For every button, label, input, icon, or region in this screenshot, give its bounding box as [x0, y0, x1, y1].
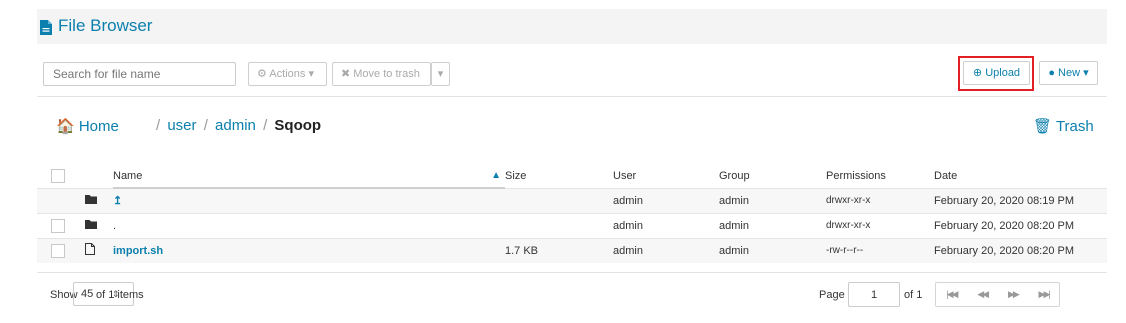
column-header-name[interactable]: Name ▲: [113, 164, 505, 189]
upload-button[interactable]: ⊕ Upload: [963, 61, 1030, 85]
page-title: File Browser: [58, 16, 153, 35]
search-input[interactable]: [43, 62, 236, 86]
file-table: Name ▲ Size User Group Permissions Date ↥…: [37, 164, 1107, 263]
breadcrumb-home-link[interactable]: 🏠 Home: [56, 117, 119, 135]
row-size: [505, 212, 613, 238]
current-directory-link[interactable]: .: [113, 220, 116, 232]
row-select-cell: [37, 212, 85, 238]
previous-page-icon[interactable]: ◀◀: [967, 283, 998, 306]
icon-column-header: [85, 164, 113, 188]
breadcrumb-item-current[interactable]: Sqoop: [274, 117, 321, 134]
first-page-icon[interactable]: |◀◀: [936, 283, 967, 306]
column-header-size[interactable]: Size: [505, 164, 613, 188]
row-group: admin: [719, 212, 826, 238]
row-user: admin: [613, 237, 719, 263]
column-header-name-label: Name: [113, 169, 143, 182]
row-size: 1.7 KB: [505, 237, 613, 263]
file-icon: [40, 20, 52, 35]
next-page-icon[interactable]: ▶▶: [998, 283, 1029, 306]
select-all-checkbox[interactable]: [51, 168, 65, 183]
row-select-cell: [37, 237, 85, 263]
row-size: [505, 187, 613, 213]
row-name[interactable]: ↥: [113, 187, 505, 213]
row-name[interactable]: import.sh: [113, 237, 505, 263]
folder-icon: [85, 220, 97, 229]
table-row[interactable]: . admin admin drwxr-xr-x February 20, 20…: [37, 212, 1107, 238]
parent-directory-link[interactable]: ↥: [113, 195, 122, 207]
file-outline-icon: [85, 243, 95, 256]
table-row[interactable]: ↥ admin admin drwxr-xr-x February 20, 20…: [37, 187, 1107, 213]
row-date: February 20, 2020 08:19 PM: [934, 187, 1107, 213]
page-size-value: 45: [81, 288, 94, 300]
page-label: Page: [819, 289, 845, 301]
column-header-permissions[interactable]: Permissions: [826, 164, 934, 188]
breadcrumb-item-admin[interactable]: admin: [215, 117, 256, 134]
row-name[interactable]: .: [113, 212, 505, 238]
column-header-date[interactable]: Date: [934, 164, 1107, 188]
trash-link[interactable]: 🗑 Trash: [1033, 117, 1094, 135]
folder-icon: [85, 195, 97, 204]
row-group: admin: [719, 187, 826, 213]
breadcrumb-separator: /: [156, 117, 161, 134]
items-count: of 1 items: [96, 289, 144, 301]
last-page-icon[interactable]: ▶▶|: [1028, 283, 1059, 306]
row-date: February 20, 2020 08:20 PM: [934, 237, 1107, 263]
row-checkbox[interactable]: [51, 243, 65, 258]
new-button[interactable]: ● New ▾: [1039, 61, 1098, 85]
breadcrumb-separator: /: [203, 117, 208, 134]
move-to-trash-dropdown-button[interactable]: ▾: [431, 62, 450, 86]
row-permissions: drwxr-xr-x: [826, 187, 934, 213]
row-icon-cell: [85, 212, 113, 238]
row-icon-cell: [85, 237, 113, 263]
row-date: February 20, 2020 08:20 PM: [934, 212, 1107, 238]
row-user: admin: [613, 187, 719, 213]
select-all-cell: [37, 164, 85, 188]
row-icon-cell: [85, 187, 113, 213]
breadcrumb-path: / user / admin / Sqoop: [153, 117, 321, 134]
table-row[interactable]: import.sh 1.7 KB admin admin -rw-r--r-- …: [37, 237, 1107, 263]
actions-button[interactable]: ⚙ Actions ▾: [248, 62, 327, 86]
sort-ascending-icon: ▲: [491, 169, 501, 181]
column-header-user[interactable]: User: [613, 164, 719, 188]
page-header: File Browser: [37, 9, 1107, 44]
row-group: admin: [719, 237, 826, 263]
move-to-trash-button[interactable]: ✖ Move to trash: [332, 62, 431, 86]
row-checkbox[interactable]: [51, 218, 65, 233]
column-header-group[interactable]: Group: [719, 164, 826, 188]
row-select-cell: [37, 187, 85, 213]
breadcrumb-separator: /: [263, 117, 268, 134]
pagination-controls: |◀◀ ◀◀ ▶▶ ▶▶|: [935, 282, 1060, 307]
page-number-input[interactable]: [848, 282, 900, 307]
toolbar: ⚙ Actions ▾ ✖ Move to trash ▾ ⊕ Upload ●…: [37, 52, 1107, 97]
table-footer: Show 45 ⇕ of 1 items Page of 1 |◀◀ ◀◀ ▶▶…: [37, 272, 1107, 316]
row-permissions: -rw-r--r--: [826, 237, 934, 263]
page-count: of 1: [904, 289, 923, 301]
row-user: admin: [613, 212, 719, 238]
file-link[interactable]: import.sh: [113, 245, 163, 257]
breadcrumb-item-user[interactable]: user: [167, 117, 196, 134]
row-permissions: drwxr-xr-x: [826, 212, 934, 238]
table-header-row: Name ▲ Size User Group Permissions Date: [37, 164, 1107, 189]
